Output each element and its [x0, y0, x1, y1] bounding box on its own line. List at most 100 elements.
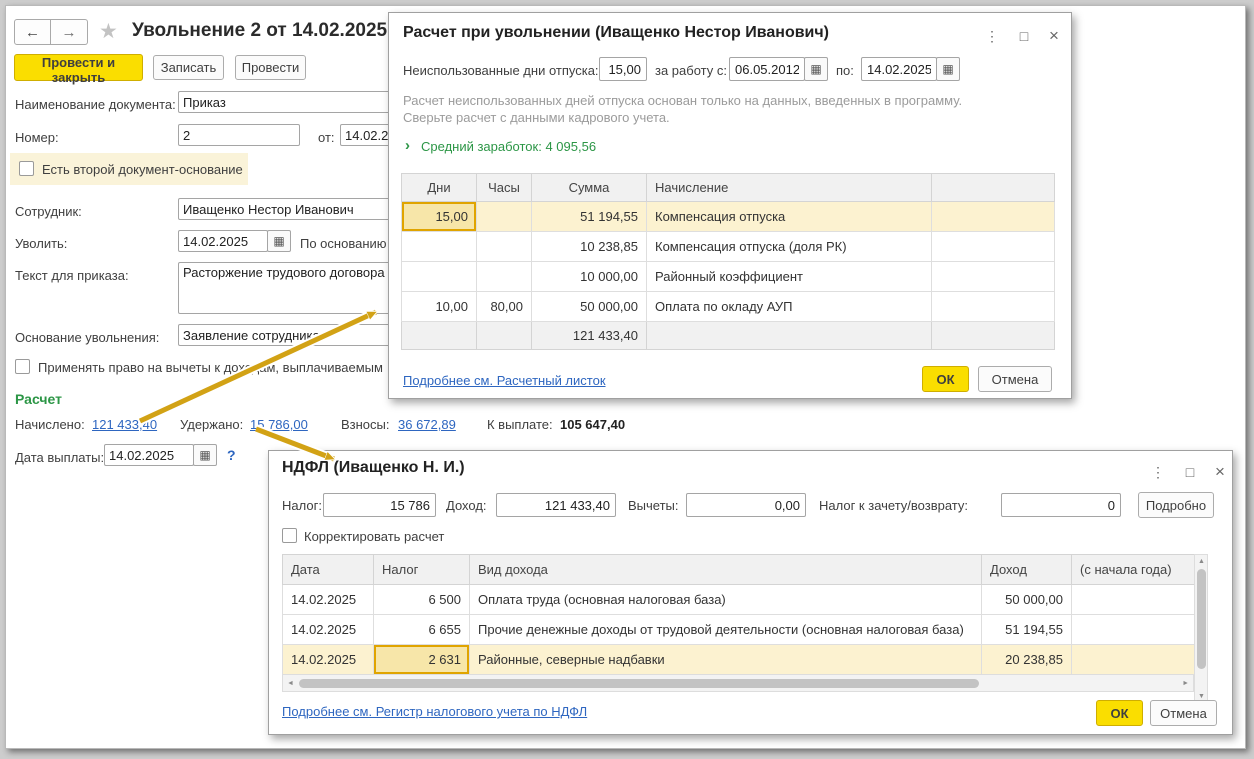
help-icon[interactable]: ? [227, 447, 236, 463]
menu-button[interactable]: ⋮ [981, 26, 1003, 46]
employee-input[interactable] [178, 198, 392, 220]
details-button[interactable]: Подробно [1138, 492, 1214, 518]
table-row[interactable]: 14.02.2025 2 631 Районные, северные надб… [283, 645, 1195, 675]
cell-accrual[interactable]: Компенсация отпуска [647, 202, 932, 232]
cell-ytd[interactable] [1072, 645, 1195, 675]
cell-ytd[interactable] [1072, 615, 1195, 645]
table-row[interactable]: 14.02.2025 6 655 Прочие денежные доходы … [283, 615, 1195, 645]
cell-hours[interactable] [477, 232, 532, 262]
ndfl-table: Дата Налог Вид дохода Доход (с начала го… [282, 554, 1195, 675]
calendar-icon: ▦ [942, 62, 953, 76]
second-doc-checkbox[interactable] [19, 161, 34, 176]
cell-kind[interactable]: Прочие денежные доходы от трудовой деяте… [470, 615, 982, 645]
work-to-calendar-button[interactable]: ▦ [936, 57, 960, 81]
table-row[interactable]: 14.02.2025 6 500 Оплата труда (основная … [283, 585, 1195, 615]
cell-income[interactable]: 50 000,00 [982, 585, 1072, 615]
cell-income[interactable]: 51 194,55 [982, 615, 1072, 645]
dismiss-date-input[interactable] [178, 230, 268, 252]
cell-date[interactable]: 14.02.2025 [283, 645, 374, 675]
cell-tax[interactable]: 2 631 [374, 645, 470, 675]
table-row[interactable]: 15,00 51 194,55 Компенсация отпуска [402, 202, 1055, 232]
table-row[interactable]: 10 000,00 Районный коэффициент [402, 262, 1055, 292]
accrued-link[interactable]: 121 433,40 [92, 417, 157, 432]
maximize-button[interactable]: □ [1179, 462, 1201, 482]
tax-input[interactable] [323, 493, 436, 517]
scrollbar-thumb[interactable] [299, 679, 979, 688]
withheld-link[interactable]: 15 786,00 [250, 417, 308, 432]
offset-input[interactable] [1001, 493, 1121, 517]
scroll-up-icon[interactable]: ▲ [1198, 558, 1205, 565]
work-from-input[interactable] [729, 57, 805, 81]
scroll-down-icon[interactable]: ▼ [1198, 693, 1205, 700]
pay-date-input[interactable] [104, 444, 194, 466]
income-input[interactable] [496, 493, 616, 517]
table-row[interactable]: 10 238,85 Компенсация отпуска (доля РК) [402, 232, 1055, 262]
horizontal-scrollbar[interactable]: ◄ ► [282, 674, 1194, 692]
cell-date[interactable]: 14.02.2025 [283, 585, 374, 615]
maximize-button[interactable]: □ [1013, 26, 1035, 46]
cell-hours[interactable] [477, 262, 532, 292]
number-input[interactable] [178, 124, 300, 146]
unused-days-input[interactable] [599, 57, 647, 81]
pay-date-label: Дата выплаты: [15, 450, 104, 465]
close-button[interactable]: × [1043, 26, 1065, 46]
cancel-button[interactable]: Отмена [978, 366, 1052, 392]
cell-amount[interactable]: 10 238,85 [532, 232, 647, 262]
forward-button[interactable]: → [51, 19, 88, 45]
average-earnings-link[interactable]: Средний заработок: 4 095,56 [421, 139, 596, 154]
cell-hours[interactable]: 80,00 [477, 292, 532, 322]
cell-kind[interactable]: Районные, северные надбавки [470, 645, 982, 675]
order-text-label: Текст для приказа: [15, 268, 129, 283]
adjust-checkbox[interactable] [282, 528, 297, 543]
expander-icon[interactable]: › [405, 137, 410, 154]
scroll-right-icon[interactable]: ► [1182, 680, 1189, 687]
work-to-input[interactable] [861, 57, 937, 81]
close-button[interactable]: × [1209, 462, 1231, 482]
work-from-calendar-button[interactable]: ▦ [804, 57, 828, 81]
cell-accrual[interactable]: Компенсация отпуска (доля РК) [647, 232, 932, 262]
cell-amount[interactable]: 10 000,00 [532, 262, 647, 292]
deductions-input[interactable] [686, 493, 806, 517]
cell-tax[interactable]: 6 655 [374, 615, 470, 645]
vertical-scrollbar[interactable]: ▲ ▼ [1194, 554, 1208, 704]
cell-amount[interactable]: 51 194,55 [532, 202, 647, 232]
cell-days[interactable]: 15,00 [402, 202, 477, 232]
contributions-link[interactable]: 36 672,89 [398, 417, 456, 432]
cell-income[interactable]: 20 238,85 [982, 645, 1072, 675]
cell-hours[interactable] [477, 202, 532, 232]
cancel-button[interactable]: Отмена [1150, 700, 1217, 726]
scroll-left-icon[interactable]: ◄ [287, 680, 294, 687]
date-from-input[interactable] [340, 124, 393, 146]
ok-button[interactable]: ОК [922, 366, 969, 392]
cell-days[interactable] [402, 262, 477, 292]
cell-ytd[interactable] [1072, 585, 1195, 615]
post-button[interactable]: Провести [235, 55, 306, 80]
post-and-close-button[interactable]: Провести и закрыть [14, 54, 143, 81]
cell-accrual[interactable]: Районный коэффициент [647, 262, 932, 292]
favorite-star-icon[interactable]: ★ [99, 19, 118, 44]
table-row[interactable]: 10,00 80,00 50 000,00 Оплата по окладу А… [402, 292, 1055, 322]
calendar-icon: ▦ [199, 448, 210, 462]
cell-accrual[interactable]: Оплата по окладу АУП [647, 292, 932, 322]
cell-days[interactable]: 10,00 [402, 292, 477, 322]
save-button[interactable]: Записать [153, 55, 224, 80]
column-header-tax: Налог [374, 555, 470, 585]
payslip-details-link[interactable]: Подробнее см. Расчетный листок [403, 373, 606, 388]
tax-register-link[interactable]: Подробнее см. Регистр налогового учета п… [282, 704, 587, 719]
ok-button[interactable]: ОК [1096, 700, 1143, 726]
cell-tax[interactable]: 6 500 [374, 585, 470, 615]
menu-button[interactable]: ⋮ [1147, 462, 1169, 482]
cell-kind[interactable]: Оплата труда (основная налоговая база) [470, 585, 982, 615]
scrollbar-thumb[interactable] [1197, 569, 1206, 669]
doc-name-input[interactable] [178, 91, 392, 113]
order-text-input[interactable]: Расторжение трудового договора [178, 262, 392, 314]
cell-date[interactable]: 14.02.2025 [283, 615, 374, 645]
cell-days[interactable] [402, 232, 477, 262]
deductions-checkbox[interactable] [15, 359, 30, 374]
cell-amount[interactable]: 50 000,00 [532, 292, 647, 322]
forward-icon: → [62, 24, 77, 41]
dismiss-calendar-button[interactable]: ▦ [267, 230, 291, 252]
dismissal-reason-input[interactable] [178, 324, 392, 346]
back-button[interactable]: ← [14, 19, 51, 45]
pay-date-calendar-button[interactable]: ▦ [193, 444, 217, 466]
